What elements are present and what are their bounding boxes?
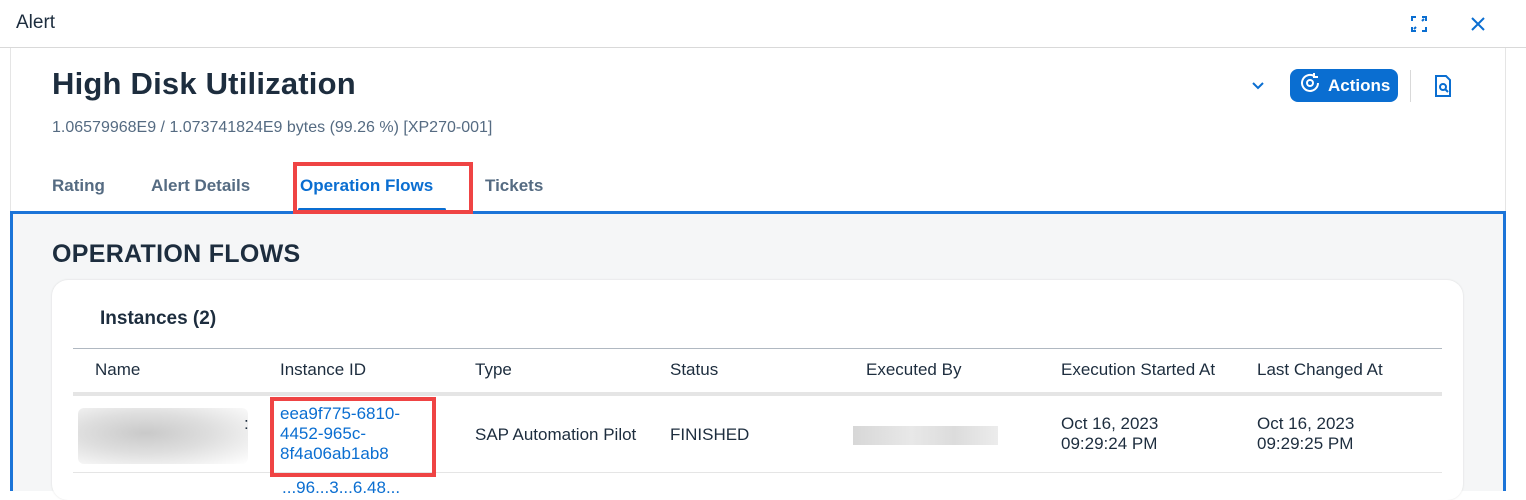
time-line: 09:29:25 PM <box>1257 434 1354 453</box>
actions-label: Actions <box>1328 75 1391 95</box>
column-header-name[interactable]: Name <box>95 360 140 380</box>
refresh-gear-icon <box>1298 71 1322 100</box>
redacted-name <box>78 408 248 464</box>
status-cell: FINISHED <box>670 425 750 444</box>
dialog-title: Alert <box>16 12 56 33</box>
type-cell: SAP Automation Pilot <box>475 425 637 444</box>
chevron-down-icon[interactable] <box>1246 74 1270 98</box>
tab-rating[interactable]: Rating <box>52 176 105 196</box>
instance-id-link[interactable]: eea9f775-6810- 4452-965c- 8f4a06ab1ab8 <box>280 404 400 464</box>
divider <box>1505 48 1506 213</box>
instances-card <box>52 280 1463 500</box>
table-header-rule <box>73 348 1442 349</box>
divider <box>10 48 11 213</box>
date-line: Oct 16, 2023 <box>1257 414 1355 433</box>
column-header-instance-id[interactable]: Instance ID <box>280 360 366 380</box>
instance-id-line: 4452-965c- <box>280 424 367 443</box>
column-header-type[interactable]: Type <box>475 360 512 380</box>
alert-subtitle: 1.06579968E9 / 1.073741824E9 bytes (99.2… <box>52 119 493 136</box>
expand-icon[interactable] <box>1405 10 1433 38</box>
tab-operation-flows[interactable]: Operation Flows <box>300 176 433 196</box>
alert-dialog: Alert High Disk Utilization 1.06579968E9… <box>0 0 1526 500</box>
alert-title: High Disk Utilization <box>52 66 356 101</box>
table-title: Instances (2) <box>100 308 217 329</box>
time-line: 09:29:24 PM <box>1061 434 1158 453</box>
tab-tickets[interactable]: Tickets <box>485 176 543 196</box>
table-row-divider <box>73 472 1442 473</box>
instance-id-line: 8f4a06ab1ab8 <box>280 444 389 463</box>
actions-button[interactable]: Actions <box>1290 69 1398 102</box>
name-suffix: : <box>244 414 249 433</box>
section-title: OPERATION FLOWS <box>52 240 301 268</box>
dialog-title-bar: Alert <box>0 0 1526 48</box>
last-changed-cell: Oct 16, 2023 09:29:25 PM <box>1257 414 1354 454</box>
column-header-executed-by[interactable]: Executed By <box>866 360 961 380</box>
column-header-status[interactable]: Status <box>670 360 718 380</box>
started-at-cell: Oct 16, 2023 09:29:24 PM <box>1061 414 1158 454</box>
divider <box>1410 70 1411 102</box>
close-icon[interactable] <box>1464 10 1492 38</box>
instance-id-line: eea9f775-6810- <box>280 404 401 423</box>
instance-id-link-partial[interactable]: ...96...3...6.48... <box>282 478 400 498</box>
column-header-execution-started[interactable]: Execution Started At <box>1061 360 1215 380</box>
tab-alert-details[interactable]: Alert Details <box>151 176 250 196</box>
table-header-divider <box>73 392 1442 396</box>
column-header-last-changed[interactable]: Last Changed At <box>1257 360 1383 380</box>
redacted-executed-by <box>853 426 998 445</box>
date-line: Oct 16, 2023 <box>1061 414 1159 433</box>
document-search-icon[interactable] <box>1430 72 1456 100</box>
